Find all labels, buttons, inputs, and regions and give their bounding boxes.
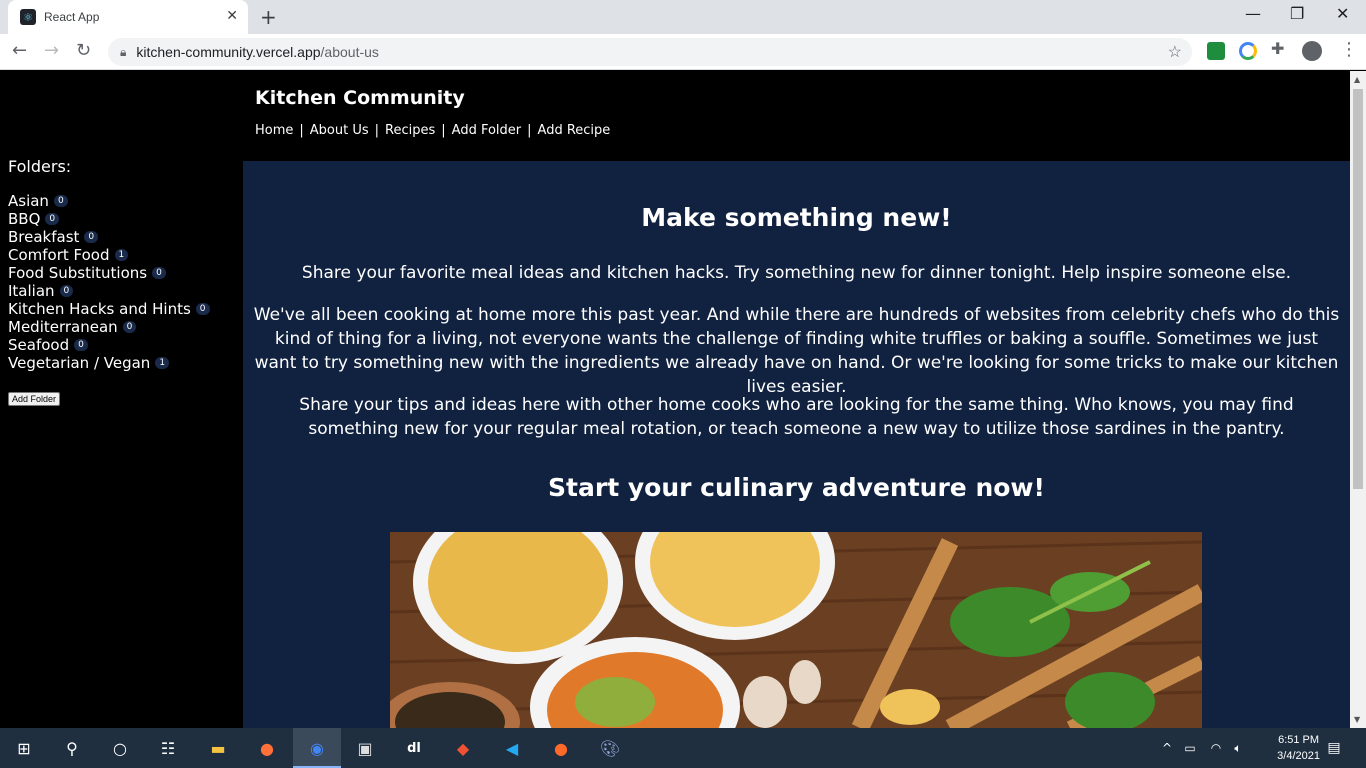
address-bar[interactable]: 🔒︎ kitchen-community.vercel.app/about-us… bbox=[108, 38, 1192, 66]
nav-about-link[interactable]: About Us bbox=[310, 123, 369, 138]
browser-tab[interactable]: ⚛ React App ✕ bbox=[8, 0, 248, 34]
dl-app-icon[interactable]: dl bbox=[402, 736, 426, 760]
extensions-puzzle-icon[interactable]: ✚ bbox=[1271, 39, 1284, 58]
task-view-icon[interactable]: ☷ bbox=[156, 736, 180, 760]
lock-icon[interactable]: 🔒︎ bbox=[120, 45, 126, 60]
nav-add-recipe-link[interactable]: Add Recipe bbox=[538, 123, 611, 138]
folder-count-badge: 0 bbox=[45, 213, 60, 225]
folder-name[interactable]: Asian bbox=[8, 192, 49, 210]
windows-taskbar: ⊞ ⚲ ○ ☷ ▬ ● ◉ ▣ dl ◆ ◀ ● 🎨︎ ^ ▭ ◠ 🔈︎ 6:5… bbox=[0, 728, 1366, 768]
window-app-icon[interactable]: ▣ bbox=[353, 736, 377, 760]
vscode-icon[interactable]: ◀ bbox=[500, 736, 524, 760]
folder-item-vegetarian[interactable]: Vegetarian / Vegan 1 bbox=[8, 354, 210, 372]
pasta-hero-image bbox=[390, 532, 1202, 728]
profile-avatar-icon[interactable] bbox=[1302, 41, 1322, 61]
browser-toolbar: ← → ↻ 🔒︎ kitchen-community.vercel.app/ab… bbox=[0, 34, 1366, 70]
folder-name[interactable]: Mediterranean bbox=[8, 318, 118, 336]
folder-count-badge: 0 bbox=[195, 303, 210, 315]
chrome-icon[interactable]: ◉ bbox=[305, 736, 329, 760]
folder-count-badge: 0 bbox=[84, 231, 99, 243]
windows-start-icon[interactable]: ⊞ bbox=[12, 736, 36, 760]
taskbar-clock[interactable]: 6:51 PM 3/4/2021 bbox=[1277, 732, 1320, 764]
folder-count-badge: 0 bbox=[53, 195, 68, 207]
close-window-icon[interactable]: ✕ bbox=[1336, 4, 1349, 23]
folder-count-badge: 0 bbox=[122, 321, 137, 333]
new-tab-icon[interactable]: + bbox=[260, 5, 277, 29]
firefox-icon[interactable]: ● bbox=[255, 736, 279, 760]
back-icon[interactable]: ← bbox=[12, 40, 27, 61]
folder-name[interactable]: Italian bbox=[8, 282, 55, 300]
about-content: Make something new! Share your favorite … bbox=[243, 161, 1350, 728]
paint-icon[interactable]: 🎨︎ bbox=[598, 736, 622, 760]
body-paragraph: We've all been cooking at home more this… bbox=[253, 305, 1340, 397]
tips-paragraph: Share your tips and ideas here with othe… bbox=[299, 395, 1294, 439]
wifi-icon[interactable]: ◠ bbox=[1204, 736, 1228, 760]
folder-name[interactable]: Food Substitutions bbox=[8, 264, 147, 282]
folder-sidebar: Folders: Asian 0 BBQ 0 Breakfast 0 Comfort … bbox=[8, 157, 210, 406]
extension-color-circle-icon[interactable] bbox=[1239, 42, 1257, 60]
folder-item-bbq[interactable]: BBQ 0 bbox=[8, 210, 210, 228]
search-icon[interactable]: ⚲ bbox=[60, 736, 84, 760]
reload-icon[interactable]: ↻ bbox=[76, 40, 91, 61]
url-path: /about-us bbox=[320, 44, 379, 60]
browser-tab-bar: ⚛ React App ✕ + — ❐ ✕ bbox=[0, 0, 1366, 34]
folder-count-badge: 0 bbox=[59, 285, 74, 297]
url-host: kitchen-community.vercel.app bbox=[136, 44, 321, 60]
page-viewport: Kitchen Community Home | About Us | Recipe… bbox=[0, 71, 1350, 728]
clock-date: 3/4/2021 bbox=[1277, 750, 1320, 762]
intro-paragraph: Share your favorite meal ideas and kitch… bbox=[301, 263, 1292, 283]
tab-title: React App bbox=[44, 10, 100, 24]
folder-name[interactable]: Breakfast bbox=[8, 228, 79, 246]
folders-heading: Folders: bbox=[8, 157, 72, 176]
folder-name[interactable]: Vegetarian / Vegan bbox=[8, 354, 150, 372]
folder-count-badge: 1 bbox=[155, 357, 170, 369]
folder-name[interactable]: Seafood bbox=[8, 336, 69, 354]
react-favicon-icon: ⚛ bbox=[20, 9, 36, 25]
bookmark-star-icon[interactable]: ☆ bbox=[1168, 42, 1182, 62]
cortana-icon[interactable]: ○ bbox=[108, 736, 132, 760]
close-tab-icon[interactable]: ✕ bbox=[226, 8, 238, 24]
scrollbar-thumb[interactable] bbox=[1353, 89, 1363, 489]
tray-chevron-up-icon[interactable]: ^ bbox=[1155, 736, 1179, 760]
folder-name[interactable]: Comfort Food bbox=[8, 246, 110, 264]
folder-item-kitchen-hacks[interactable]: Kitchen Hacks and Hints 0 bbox=[8, 300, 210, 318]
folder-count-badge: 1 bbox=[114, 249, 129, 261]
minimize-icon[interactable]: — bbox=[1245, 4, 1261, 23]
page-scrollbar[interactable]: ▲ ▼ bbox=[1350, 71, 1366, 728]
nav-recipes-link[interactable]: Recipes bbox=[385, 123, 435, 138]
nav-home-link[interactable]: Home bbox=[255, 123, 293, 138]
folder-name[interactable]: BBQ bbox=[8, 210, 40, 228]
restore-icon[interactable]: ❐ bbox=[1290, 4, 1304, 23]
file-explorer-icon[interactable]: ▬ bbox=[206, 736, 230, 760]
extension-green-icon[interactable] bbox=[1207, 42, 1225, 60]
nav-add-folder-link[interactable]: Add Folder bbox=[452, 123, 521, 138]
forward-icon[interactable]: → bbox=[44, 40, 59, 61]
folder-item-asian[interactable]: Asian 0 bbox=[8, 192, 210, 210]
postman-icon[interactable]: ● bbox=[549, 736, 573, 760]
scroll-down-arrow-icon[interactable]: ▼ bbox=[1354, 715, 1360, 724]
site-title: Kitchen Community bbox=[255, 87, 465, 109]
scroll-up-arrow-icon[interactable]: ▲ bbox=[1354, 75, 1360, 84]
git-icon[interactable]: ◆ bbox=[451, 736, 475, 760]
clock-time: 6:51 PM bbox=[1278, 734, 1320, 746]
add-folder-button[interactable]: Add Folder bbox=[8, 392, 61, 406]
folder-item-seafood[interactable]: Seafood 0 bbox=[8, 336, 210, 354]
site-nav: Home | About Us | Recipes | Add Folder | Add… bbox=[255, 123, 611, 138]
menu-kebab-icon[interactable]: ⋮ bbox=[1340, 39, 1358, 60]
folder-name[interactable]: Kitchen Hacks and Hints bbox=[8, 300, 191, 318]
folder-item-food-substitutions[interactable]: Food Substitutions 0 bbox=[8, 264, 210, 282]
folder-count-badge: 0 bbox=[152, 267, 166, 279]
folder-item-mediterranean[interactable]: Mediterranean 0 bbox=[8, 318, 210, 336]
notifications-icon[interactable]: ▤ bbox=[1322, 736, 1346, 760]
pasta-illustration bbox=[390, 532, 1202, 728]
folder-item-italian[interactable]: Italian 0 bbox=[8, 282, 210, 300]
battery-icon[interactable]: ▭ bbox=[1178, 736, 1202, 760]
folder-count-badge: 0 bbox=[74, 339, 88, 351]
page-title: Make something new! bbox=[641, 203, 952, 232]
volume-icon[interactable]: 🔈︎ bbox=[1226, 736, 1250, 760]
folder-item-breakfast[interactable]: Breakfast 0 bbox=[8, 228, 210, 246]
folder-item-comfort-food[interactable]: Comfort Food 1 bbox=[8, 246, 210, 264]
section-heading: Start your culinary adventure now! bbox=[548, 473, 1045, 502]
